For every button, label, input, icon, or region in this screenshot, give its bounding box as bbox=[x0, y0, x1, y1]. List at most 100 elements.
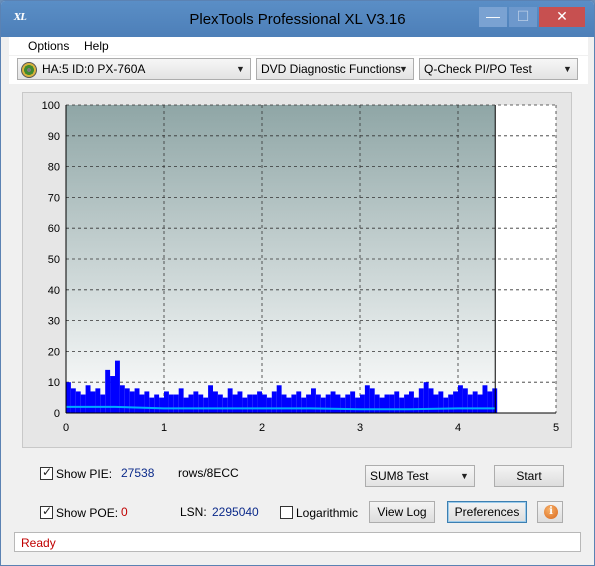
pie-bar bbox=[345, 394, 351, 413]
pie-bar bbox=[315, 394, 321, 413]
pie-bar bbox=[472, 391, 478, 413]
pie-bar bbox=[340, 397, 346, 413]
pie-bar bbox=[213, 391, 218, 413]
pie-bar bbox=[413, 397, 419, 413]
maximize-button[interactable]: ☐ bbox=[509, 7, 537, 27]
y-tick-label: 60 bbox=[48, 223, 60, 235]
show-poe-checkbox[interactable] bbox=[40, 504, 53, 519]
pie-bar bbox=[80, 394, 86, 413]
chevron-down-icon: ▼ bbox=[563, 64, 572, 74]
pie-unit: rows/8ECC bbox=[178, 466, 239, 480]
y-tick-label: 70 bbox=[48, 192, 60, 204]
pie-bar bbox=[237, 391, 243, 413]
show-pie-checkbox[interactable] bbox=[40, 465, 53, 480]
pie-bar bbox=[291, 394, 297, 413]
menu-bar: Options Help bbox=[9, 37, 588, 55]
pie-bar bbox=[144, 391, 150, 413]
show-pie-label: Show PIE: bbox=[56, 467, 113, 481]
pie-bar bbox=[134, 388, 140, 413]
view-log-button[interactable]: View Log bbox=[369, 501, 435, 523]
pie-bar bbox=[252, 394, 258, 413]
function-select[interactable]: DVD Diagnostic Functions ▼ bbox=[256, 58, 414, 80]
pie-bar bbox=[306, 394, 311, 413]
pie-value: 27538 bbox=[121, 466, 155, 480]
pie-bar bbox=[296, 391, 302, 413]
pie-bar bbox=[453, 391, 458, 413]
pie-bar bbox=[247, 394, 253, 413]
pie-bar bbox=[188, 394, 194, 413]
chevron-down-icon: ▼ bbox=[399, 64, 408, 74]
x-tick-label: 2 bbox=[259, 422, 265, 434]
y-tick-label: 50 bbox=[48, 254, 60, 266]
info-icon: i bbox=[544, 505, 558, 519]
drive-select-value: HA:5 ID:0 PX-760A bbox=[42, 62, 146, 76]
y-tick-label: 90 bbox=[48, 131, 60, 143]
pie-bar bbox=[198, 394, 204, 413]
pie-bar bbox=[281, 394, 287, 413]
pie-bar bbox=[193, 391, 199, 413]
app-window: XL PlexTools Professional XL V3.16 — ☐ ✕… bbox=[0, 0, 595, 566]
x-tick-label: 0 bbox=[63, 422, 69, 434]
chevron-down-icon: ▼ bbox=[236, 64, 245, 74]
pie-bar bbox=[448, 394, 454, 413]
pie-bar bbox=[183, 397, 189, 413]
pie-bar bbox=[119, 385, 125, 413]
pie-bar bbox=[301, 397, 307, 413]
show-poe-label: Show POE: bbox=[56, 506, 119, 520]
toolbar: HA:5 ID:0 PX-760A ▼ DVD Diagnostic Funct… bbox=[9, 56, 588, 84]
pie-bar bbox=[467, 394, 473, 413]
pie-bar bbox=[173, 394, 179, 413]
lsn-label: LSN: bbox=[180, 505, 207, 519]
pie-bar bbox=[325, 394, 331, 413]
pie-bar bbox=[66, 382, 71, 413]
pie-bar bbox=[443, 397, 449, 413]
pie-bar bbox=[477, 394, 483, 413]
title-bar[interactable]: XL PlexTools Professional XL V3.16 — ☐ ✕ bbox=[1, 1, 594, 37]
pie-chart-panel: 0 1 2 3 4 5 0 10 20 30 40 50 60 70 80 90 100 bbox=[22, 92, 572, 448]
x-tick-label: 5 bbox=[553, 422, 559, 434]
logarithmic-checkbox[interactable] bbox=[280, 506, 293, 519]
options-panel: Show PIE: 27538 rows/8ECC SUM8 Test ▼ St… bbox=[9, 457, 588, 529]
pie-bar bbox=[85, 385, 91, 413]
test-select[interactable]: Q-Check PI/PO Test ▼ bbox=[419, 58, 578, 80]
menu-options[interactable]: Options bbox=[28, 39, 69, 53]
pie-bar bbox=[115, 360, 120, 413]
info-button[interactable]: i bbox=[537, 501, 563, 523]
y-tick-label: 10 bbox=[48, 377, 60, 389]
pie-bar bbox=[95, 388, 101, 413]
pie-bar bbox=[222, 397, 228, 413]
minimize-button[interactable]: — bbox=[479, 7, 507, 27]
drive-select[interactable]: HA:5 ID:0 PX-760A ▼ bbox=[17, 58, 251, 80]
pi-error-chart: 0 1 2 3 4 5 0 10 20 30 40 50 60 70 80 90 100 bbox=[42, 100, 559, 434]
pie-bar bbox=[487, 391, 493, 413]
logarithmic-label: Logarithmic bbox=[296, 506, 359, 520]
x-tick-label: 3 bbox=[357, 422, 363, 434]
pie-bar bbox=[257, 391, 262, 413]
pie-bar bbox=[232, 394, 238, 413]
start-button[interactable]: Start bbox=[494, 465, 564, 487]
pie-bar bbox=[399, 397, 405, 413]
x-tick-label: 1 bbox=[161, 422, 167, 434]
y-tick-label: 30 bbox=[48, 316, 60, 328]
pie-bar bbox=[433, 394, 439, 413]
menu-help[interactable]: Help bbox=[84, 39, 109, 53]
pie-bar bbox=[129, 391, 135, 413]
chevron-down-icon: ▼ bbox=[460, 471, 469, 481]
function-select-value: DVD Diagnostic Functions bbox=[261, 62, 402, 76]
pie-bar bbox=[217, 394, 223, 413]
close-button[interactable]: ✕ bbox=[539, 7, 585, 27]
y-tick-label: 20 bbox=[48, 346, 60, 358]
pie-bar bbox=[286, 397, 292, 413]
pie-bar bbox=[139, 394, 145, 413]
pie-bar bbox=[266, 397, 272, 413]
pie-bar bbox=[203, 397, 209, 413]
lsn-value: 2295040 bbox=[212, 505, 259, 519]
sum-test-value: SUM8 Test bbox=[370, 469, 429, 483]
pie-bar bbox=[100, 394, 106, 413]
test-select-value: Q-Check PI/PO Test bbox=[424, 62, 532, 76]
status-bar: Ready bbox=[14, 532, 581, 552]
pie-bar bbox=[75, 391, 81, 413]
sum-test-select[interactable]: SUM8 Test ▼ bbox=[365, 465, 475, 487]
preferences-button[interactable]: Preferences bbox=[447, 501, 527, 523]
disc-icon bbox=[21, 62, 37, 78]
